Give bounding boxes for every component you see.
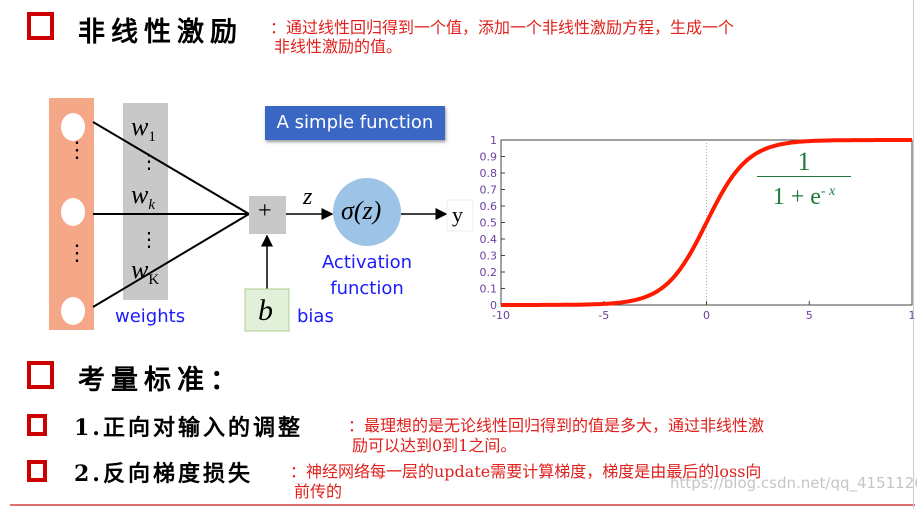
- activation-line: function: [330, 278, 404, 299]
- bullet-square-icon: [27, 414, 47, 436]
- weight-w1: w1: [131, 112, 156, 146]
- banner-label: A simple function: [265, 106, 445, 140]
- edge-line: [92, 213, 250, 308]
- watermark: https://blog.csdn.net/qq_41511262: [670, 474, 917, 492]
- y-tick-label: 0: [490, 299, 497, 312]
- y-tick-label: 0.6: [480, 200, 498, 213]
- right-border: [913, 0, 914, 508]
- x-tick-label: 5: [806, 309, 813, 322]
- edge-line: [92, 121, 250, 215]
- y-tick-label: 1: [490, 134, 497, 147]
- weight-wk: wk: [131, 180, 156, 214]
- y-tick-label: 0.1: [480, 283, 498, 296]
- y-tick-label: 0.7: [480, 184, 498, 197]
- sigma-label: σ(z): [341, 196, 382, 225]
- y-tick-label: 0.3: [480, 250, 498, 263]
- section-title: 考量标准：: [78, 365, 243, 396]
- input-node: [61, 113, 85, 141]
- bias-symbol: b: [258, 294, 273, 327]
- y-tick-label: 0.2: [480, 266, 498, 279]
- formula-numerator: 1: [797, 147, 811, 176]
- dots-icon: ⋮: [139, 227, 159, 251]
- z-label: z: [303, 184, 313, 210]
- formula-annotation: 1 1 + e- x: [757, 148, 851, 212]
- bias-label: bias: [297, 306, 334, 327]
- input-node: [61, 198, 85, 226]
- x-tick-label: -5: [598, 309, 609, 322]
- input-node: [61, 297, 85, 325]
- x-tick-label: 0: [703, 309, 710, 322]
- item-title: 2.反向梯度损失: [74, 461, 253, 487]
- activation-label: Activation function: [312, 250, 422, 302]
- x-tick-label: 1: [909, 309, 916, 322]
- plus-icon: +: [258, 198, 272, 224]
- y-tick-label: 0.5: [480, 217, 498, 230]
- item-title: 1.正向对输入的调整: [74, 415, 303, 441]
- bullet-square-icon: [27, 460, 47, 482]
- desc-line: ：最理想的是无论线性回归得到的值是多大，通过非线性激: [348, 416, 765, 435]
- y-tick-label: 0.9: [480, 151, 498, 164]
- formula-denominator: 1 + e- x: [757, 176, 851, 212]
- activation-line: Activation: [321, 252, 413, 273]
- dots-icon: ⋮: [66, 138, 88, 163]
- y-tick-label: 0.4: [480, 233, 498, 246]
- bottom-divider: [10, 504, 915, 506]
- weights-label: weights: [115, 306, 186, 327]
- weight-wK: wK: [131, 255, 160, 289]
- output-label: y: [452, 202, 463, 227]
- bullet-square-icon: [27, 361, 54, 389]
- dots-icon: ⋮: [139, 149, 159, 173]
- desc-line: 励可以达到0到1之间。: [352, 436, 517, 455]
- item-description: ：最理想的是无论线性回归得到的值是多大，通过非线性激 励可以达到0到1之间。: [348, 416, 764, 456]
- y-tick-label: 0.8: [480, 167, 498, 180]
- dots-icon: ⋮: [66, 241, 88, 266]
